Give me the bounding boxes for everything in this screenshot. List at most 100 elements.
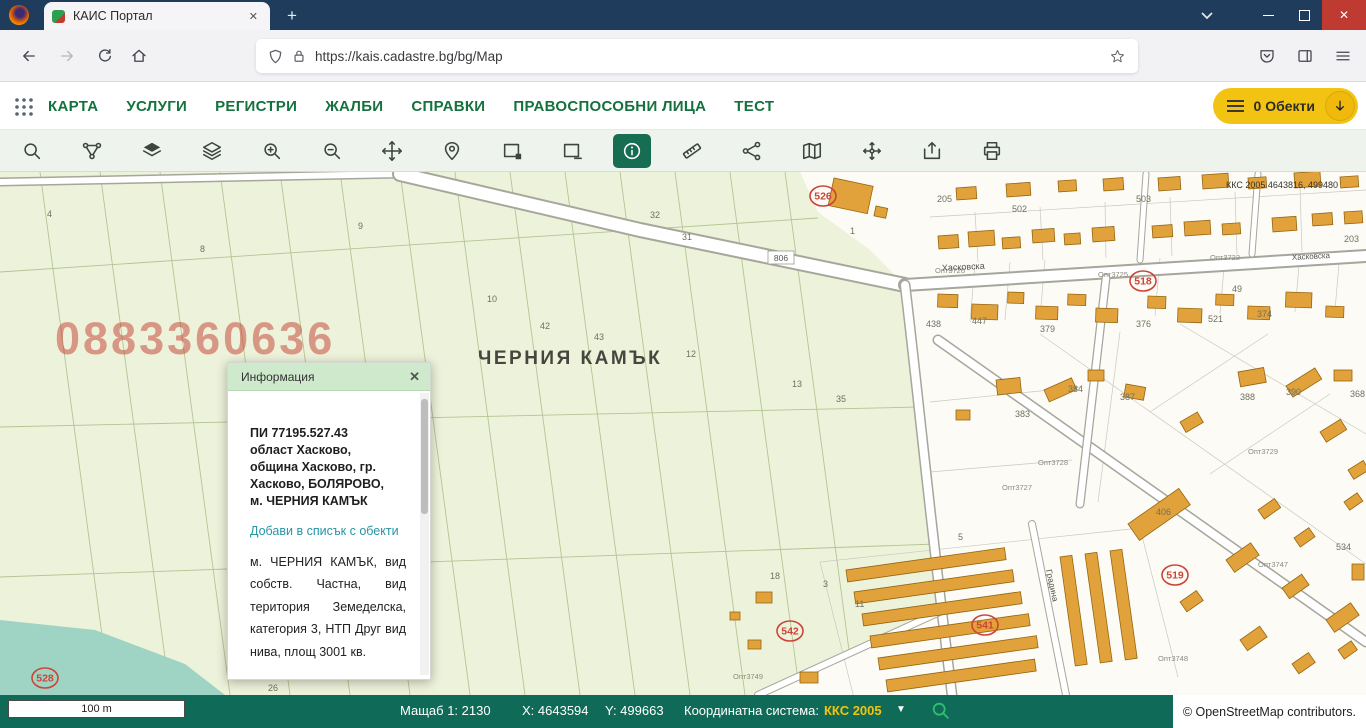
svg-text:502: 502 xyxy=(1012,204,1027,214)
svg-text:10: 10 xyxy=(487,294,497,304)
menu-item-zhalbi[interactable]: ЖАЛБИ xyxy=(325,98,383,115)
svg-text:12: 12 xyxy=(686,349,696,359)
firefox-icon[interactable] xyxy=(9,5,29,25)
info-panel-scrollbar[interactable] xyxy=(420,393,429,675)
svg-text:Опт3725: Опт3725 xyxy=(1098,270,1128,279)
objects-widget[interactable]: 0 Обекти xyxy=(1213,88,1358,124)
scrollbar-thumb[interactable] xyxy=(421,399,428,514)
objects-expand-button[interactable] xyxy=(1325,91,1355,121)
svg-text:503: 503 xyxy=(1136,194,1151,204)
place-name-label: ЧЕРНИЯ КАМЪК xyxy=(478,348,662,369)
tool-info-icon[interactable] xyxy=(613,134,651,168)
menu-item-test[interactable]: ТЕСТ xyxy=(734,98,774,115)
svg-text:376: 376 xyxy=(1136,319,1151,329)
tool-print-icon[interactable] xyxy=(973,134,1011,168)
new-tab-button[interactable]: + xyxy=(280,4,304,28)
info-panel-header[interactable]: Информация ✕ xyxy=(228,363,430,391)
svg-text:1: 1 xyxy=(850,226,855,236)
coord-system-value[interactable]: ККС 2005 xyxy=(824,703,882,718)
svg-text:3: 3 xyxy=(823,579,828,589)
sidebar-icon[interactable] xyxy=(1292,41,1318,71)
reload-button[interactable] xyxy=(90,41,120,71)
svg-text:205: 205 xyxy=(937,194,952,204)
shield-icon[interactable] xyxy=(268,49,283,64)
tool-map-sheets-icon[interactable] xyxy=(793,134,831,168)
tool-measure-icon[interactable] xyxy=(673,134,711,168)
osm-attribution[interactable]: © OpenStreetMap contributors. xyxy=(1173,695,1366,728)
tab-list-chevron-icon[interactable] xyxy=(1198,6,1216,24)
tool-zoom-out-icon[interactable] xyxy=(313,134,351,168)
maximize-button[interactable] xyxy=(1286,0,1322,30)
forward-button[interactable] xyxy=(52,41,82,71)
svg-text:9: 9 xyxy=(358,221,363,231)
tool-export-icon[interactable] xyxy=(913,134,951,168)
svg-text:Опт3748: Опт3748 xyxy=(1158,654,1188,663)
add-to-objects-link[interactable]: Добави в списък с обекти xyxy=(250,523,400,541)
svg-text:Опт3749: Опт3749 xyxy=(733,672,763,681)
site-favicon xyxy=(52,10,65,23)
url-bar[interactable]: https://kais.cadastre.bg/bg/Map xyxy=(256,39,1138,73)
svg-text:203: 203 xyxy=(1344,234,1359,244)
menu-item-pravosposobni-litsa[interactable]: ПРАВОСПОСОБНИ ЛИЦА xyxy=(513,98,706,115)
tool-topology-icon[interactable] xyxy=(73,134,111,168)
tool-pan-icon[interactable] xyxy=(373,134,411,168)
cursor-coordinates-label: ККС 2005 4643816, 499480 xyxy=(1226,180,1338,190)
map-canvas[interactable]: 4893132104243121335261205502503203494384… xyxy=(0,172,1366,695)
browser-tab[interactable]: КАИС Портал ✕ xyxy=(44,2,270,30)
menu-item-registri[interactable]: РЕГИСТРИ xyxy=(215,98,297,115)
tool-zoom-in-icon[interactable] xyxy=(253,134,291,168)
lock-icon[interactable] xyxy=(292,49,306,63)
tool-deselect-area-icon[interactable] xyxy=(553,134,591,168)
tool-related-objects-icon[interactable] xyxy=(733,134,771,168)
parcel-details: м. ЧЕРНИЯ КАМЪК, вид собств. Частна, вид… xyxy=(250,551,406,664)
svg-text:35: 35 xyxy=(836,394,846,404)
svg-text:Опт3747: Опт3747 xyxy=(1258,560,1288,569)
statusbar-search-icon[interactable] xyxy=(930,700,952,722)
menu-item-karta[interactable]: КАРТА xyxy=(48,98,98,115)
svg-text:49: 49 xyxy=(1232,284,1242,294)
tool-select-area-icon[interactable] xyxy=(493,134,531,168)
svg-text:519: 519 xyxy=(1166,570,1184,582)
apps-grid-icon[interactable] xyxy=(13,96,35,118)
info-panel-close-icon[interactable]: ✕ xyxy=(409,369,420,385)
svg-text:43: 43 xyxy=(594,332,604,342)
url-text[interactable]: https://kais.cadastre.bg/bg/Map xyxy=(315,49,1100,64)
close-button[interactable]: ✕ xyxy=(1322,0,1366,30)
scale-bar: 100 m xyxy=(8,700,185,718)
home-button[interactable] xyxy=(124,41,154,71)
svg-text:374: 374 xyxy=(1257,309,1272,319)
svg-text:447: 447 xyxy=(972,316,987,326)
svg-text:8: 8 xyxy=(200,244,205,254)
svg-text:518: 518 xyxy=(1134,276,1152,288)
svg-text:Опт3729: Опт3729 xyxy=(1248,447,1278,456)
svg-text:383: 383 xyxy=(1015,409,1030,419)
parcel-heading: ПИ 77195.527.43 област Хасково, община Х… xyxy=(250,425,408,509)
svg-text:31: 31 xyxy=(682,232,692,242)
svg-text:13: 13 xyxy=(792,379,802,389)
back-button[interactable] xyxy=(14,41,44,71)
tab-close-icon[interactable]: ✕ xyxy=(245,8,262,25)
map-area[interactable]: 4893132104243121335261205502503203494384… xyxy=(0,172,1366,695)
svg-text:26: 26 xyxy=(268,683,278,693)
bookmark-star-icon[interactable] xyxy=(1109,48,1126,65)
coord-system-dropdown-icon[interactable]: ▼ xyxy=(896,704,906,715)
objects-count-label: 0 Обекти xyxy=(1254,98,1315,114)
tool-layers-base-icon[interactable] xyxy=(133,134,171,168)
minimize-button[interactable] xyxy=(1250,0,1286,30)
browser-window: КАИС Портал ✕ + ✕ https://kais.cadast xyxy=(0,0,1366,728)
arrow-down-icon xyxy=(1332,98,1348,114)
app-menubar: КАРТА УСЛУГИ РЕГИСТРИ ЖАЛБИ СПРАВКИ ПРАВ… xyxy=(0,82,1366,130)
tool-coordinates-icon[interactable] xyxy=(853,134,891,168)
tool-locate-icon[interactable] xyxy=(433,134,471,168)
tool-search-icon[interactable] xyxy=(13,134,51,168)
menu-item-uslugi[interactable]: УСЛУГИ xyxy=(126,98,187,115)
svg-text:11: 11 xyxy=(855,599,864,609)
tool-layers-icon[interactable] xyxy=(193,134,231,168)
menu-item-spravki[interactable]: СПРАВКИ xyxy=(411,98,485,115)
x-coordinate: X: 4643594 xyxy=(522,703,589,718)
menu-icon[interactable] xyxy=(1330,41,1356,71)
map-statusbar: 100 m Мащаб 1: 2130 X: 4643594 Y: 499663… xyxy=(0,695,1366,728)
map-watermark: 0883360636 xyxy=(55,313,335,364)
pocket-icon[interactable] xyxy=(1254,41,1280,71)
svg-text:Опт3728: Опт3728 xyxy=(1038,458,1068,467)
